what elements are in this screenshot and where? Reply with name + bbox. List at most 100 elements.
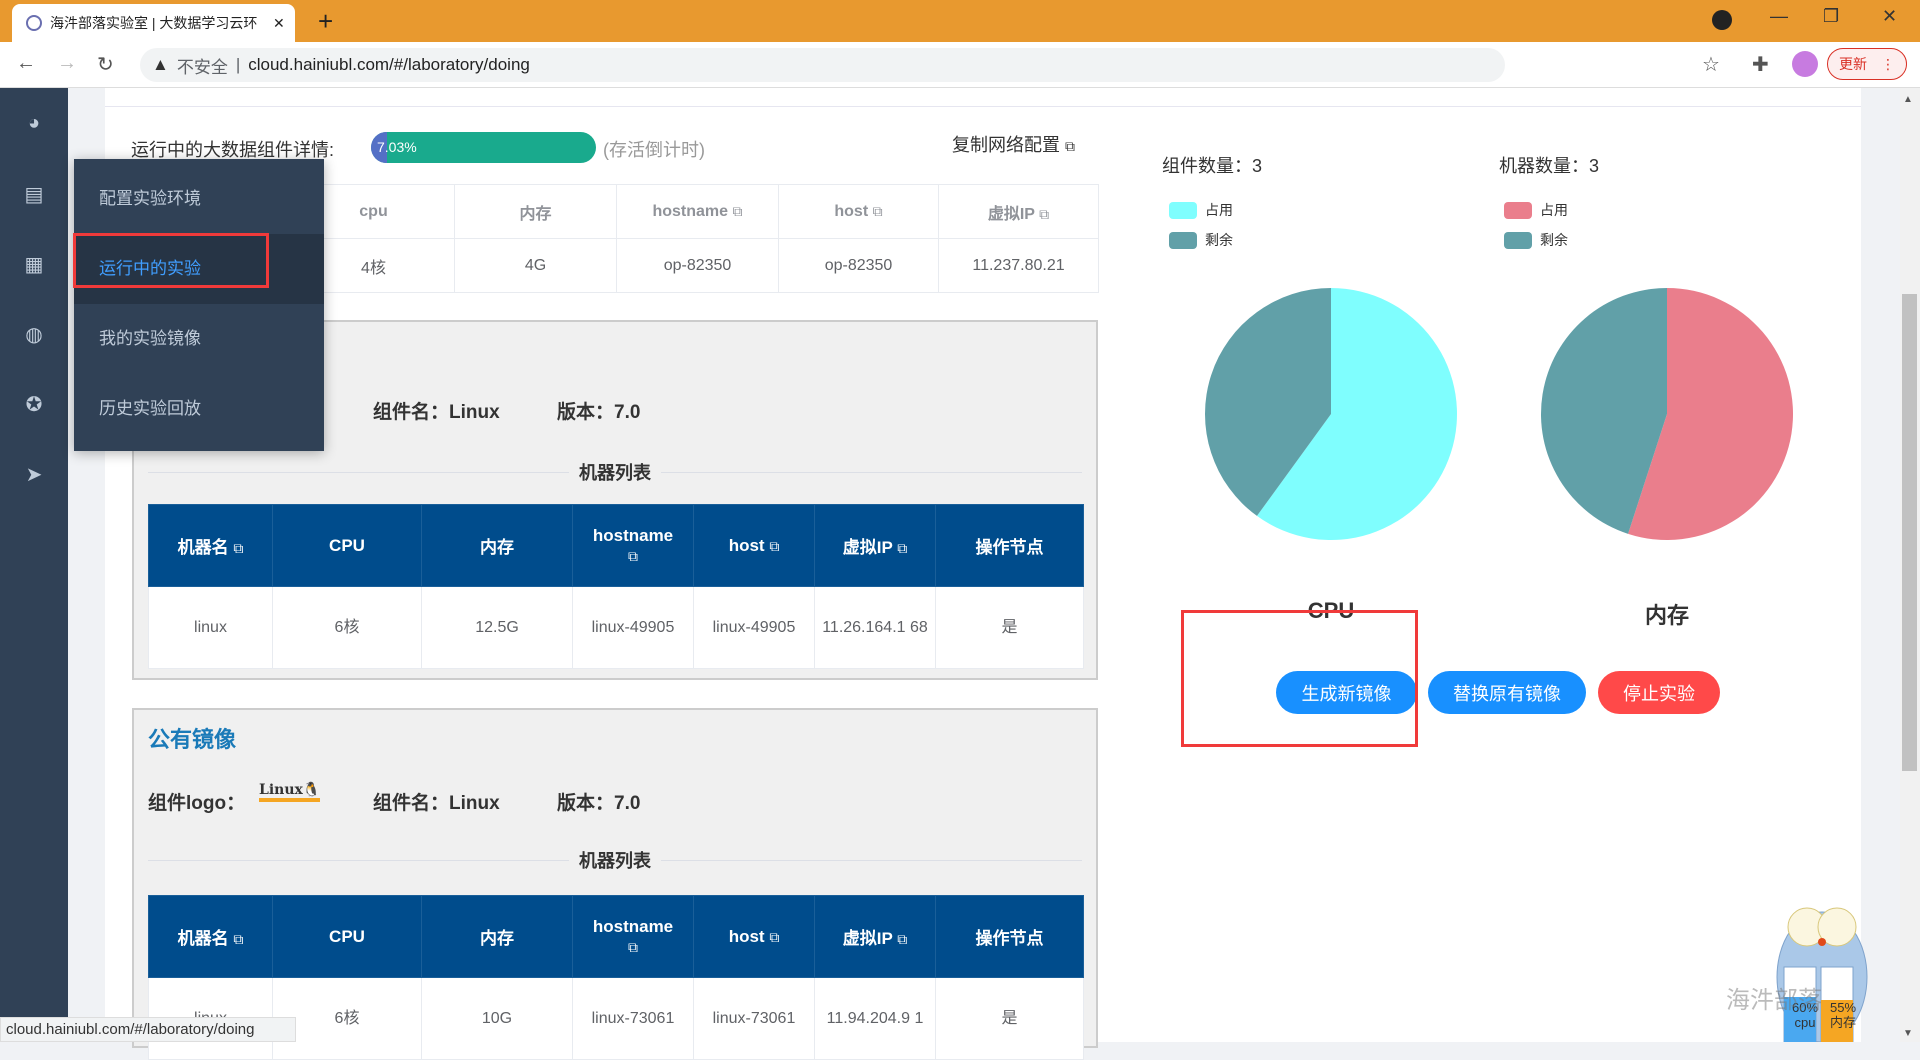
table-cell: linux-73061 <box>693 977 815 1060</box>
col-header: 虚拟IP ⧉ <box>814 895 936 978</box>
countdown-progress: 7.03% <box>371 132 596 163</box>
component-count: 组件数量：3 <box>1162 156 1263 176</box>
replace-image-button[interactable]: 替换原有镜像 <box>1428 671 1586 714</box>
url-input[interactable]: ▲ 不安全 | cloud.hainiubl.com/#/laboratory/d… <box>140 48 1505 82</box>
machine-count: 机器数量：3 <box>1499 156 1600 176</box>
more-icon: ⋮ <box>1881 55 1895 72</box>
legend-mem-free[interactable]: 剩余 <box>1504 230 1568 250</box>
site-favicon-icon <box>26 15 42 31</box>
apps-icon[interactable]: ▦ <box>0 252 68 277</box>
legend-mem-used[interactable]: 占用 <box>1504 200 1568 220</box>
pie-charts <box>1205 288 1793 540</box>
copy-icon[interactable]: ⧉ <box>1039 206 1049 222</box>
stop-experiment-button[interactable]: 停止实验 <box>1598 671 1720 714</box>
profile-avatar[interactable] <box>1792 51 1818 77</box>
menu-item-my-images[interactable]: 我的实验镜像 <box>74 304 324 374</box>
send-icon[interactable]: ➤ <box>0 462 68 487</box>
copy-icon[interactable]: ⧉ <box>233 931 243 947</box>
table-row: linux 6核 12.5G linux-49905 linux-49905 11.26.… <box>148 586 1084 669</box>
col-header: host ⧉ <box>693 895 815 978</box>
logo-label: 组件logo： <box>148 793 246 814</box>
globe-icon[interactable]: ◍ <box>0 322 68 347</box>
col-header: CPU <box>272 504 422 587</box>
component-version: 版本：7.0 <box>557 793 641 814</box>
back-icon[interactable]: ← <box>16 52 36 75</box>
copy-icon[interactable]: ⧉ <box>233 540 243 556</box>
component-name: 组件名：Linux <box>373 793 500 814</box>
restore-icon[interactable]: ❐ <box>1823 6 1839 27</box>
copy-icon: ⧉ <box>1065 138 1076 154</box>
lifebuoy-icon[interactable]: ✪ <box>0 392 68 417</box>
bookmark-star-icon[interactable]: ☆ <box>1702 52 1720 77</box>
linux-logo: Linux🐧 <box>259 782 321 802</box>
table-cell: 6核 <box>272 586 422 669</box>
copy-icon[interactable]: ⧉ <box>628 939 638 955</box>
reload-icon[interactable]: ↻ <box>97 52 114 77</box>
menu-item-history-replay[interactable]: 历史实验回放 <box>74 374 324 444</box>
document-icon[interactable]: ▤ <box>0 182 68 207</box>
status-bar-url: cloud.hainiubl.com/#/laboratory/doing <box>0 1017 296 1042</box>
new-tab-button[interactable]: + <box>318 6 333 37</box>
component-name: 组件名：Linux <box>373 402 500 423</box>
col-header: CPU <box>272 895 422 978</box>
browser-tab[interactable]: 海汼部落实验室 | 大数据学习云环 ✕ <box>12 4 295 42</box>
table-header-row: 机器名 ⧉ CPU 内存 hostname ⧉ host ⧉ 虚拟IP ⧉ 操作节点 <box>148 504 1084 587</box>
scrollbar-thumb[interactable] <box>1902 294 1917 771</box>
close-window-icon[interactable]: ✕ <box>1882 6 1897 27</box>
col-hostname: hostname ⧉ <box>616 184 779 239</box>
copy-icon[interactable]: ⧉ <box>733 203 743 219</box>
minimize-icon[interactable]: — <box>1770 6 1788 27</box>
legend-cpu-free[interactable]: 剩余 <box>1169 230 1233 250</box>
scroll-down-icon[interactable]: ▼ <box>1903 1028 1913 1039</box>
table-cell: linux <box>148 586 273 669</box>
copy-icon[interactable]: ⧉ <box>628 548 638 564</box>
copy-icon[interactable]: ⧉ <box>897 540 907 556</box>
insecure-label: 不安全 <box>176 57 228 77</box>
legend-cpu-used[interactable]: 占用 <box>1169 200 1233 220</box>
col-memory: 内存 <box>454 184 617 239</box>
table-cell: 11.26.164.1 68 <box>814 586 936 669</box>
memory-chart-title: 内存 <box>1644 603 1690 628</box>
highlight-box <box>1181 610 1418 747</box>
copy-icon[interactable]: ⧉ <box>769 929 779 945</box>
scroll-up-icon[interactable]: ▲ <box>1903 94 1913 105</box>
col-host: host ⧉ <box>778 184 939 239</box>
col-header: 操作节点 <box>935 504 1084 587</box>
dropdown-menu: 配置实验环境 运行中的实验 我的实验镜像 历史实验回放 <box>74 159 324 451</box>
table-cell: 是 <box>935 586 1084 669</box>
watermark: 海汼部落 <box>1726 986 1822 1014</box>
sidebar <box>0 88 68 1042</box>
menu-item-config-env[interactable]: 配置实验环境 <box>74 164 324 234</box>
col-header: 机器名 ⧉ <box>148 895 273 978</box>
copy-network-config-button[interactable]: 复制网络配置 ⧉ <box>952 131 1075 157</box>
url-text: cloud.hainiubl.com/#/laboratory/doing <box>248 55 530 74</box>
copy-icon[interactable]: ⧉ <box>897 931 907 947</box>
monitor-mascot-icon[interactable] <box>1763 882 1881 1042</box>
copy-icon[interactable]: ⧉ <box>769 538 779 554</box>
table-header-row: 机器名 ⧉ CPU 内存 hostname ⧉ host ⧉ 虚拟IP ⧉ 操作节点 <box>148 895 1084 978</box>
copy-icon[interactable]: ⧉ <box>873 203 883 219</box>
countdown-label: (存活倒计时) <box>603 140 705 160</box>
component-version: 版本：7.0 <box>557 402 641 423</box>
section-heading: 公有镜像 <box>148 727 237 752</box>
extensions-icon[interactable]: ✚ <box>1752 52 1769 77</box>
warning-icon: ▲ <box>152 55 169 74</box>
memory-usage-readout: 55% 内存 <box>1830 1000 1857 1030</box>
progress-label: 7.03% <box>377 139 417 155</box>
dashboard-icon[interactable]: ◕ <box>0 112 68 135</box>
forward-icon[interactable]: → <box>57 52 77 75</box>
machine-list-title: 机器列表 <box>148 847 1082 873</box>
tab-title: 海汼部落实验室 | 大数据学习云环 <box>50 15 258 31</box>
col-virtual-ip: 虚拟IP ⧉ <box>938 184 1099 239</box>
table-cell: 12.5G <box>421 586 573 669</box>
tab-search-icon[interactable] <box>1712 10 1732 30</box>
table-cell: 10G <box>421 977 573 1060</box>
update-button[interactable]: 更新 ⋮ <box>1827 48 1907 80</box>
public-image-section: 公有镜像 组件logo： Linux🐧 组件名：Linux 版本：7.0 机器列表 … <box>132 708 1098 1060</box>
machine-table: 机器名 ⧉CPU内存hostname⧉host ⧉虚拟IP ⧉操作节点linux… <box>148 504 1084 669</box>
close-tab-icon[interactable]: ✕ <box>273 15 285 32</box>
col-header: hostname ⧉ <box>572 895 694 978</box>
table-cell: 是 <box>935 977 1084 1060</box>
table-cell: linux-49905 <box>693 586 815 669</box>
table-cell: linux-73061 <box>572 977 694 1060</box>
